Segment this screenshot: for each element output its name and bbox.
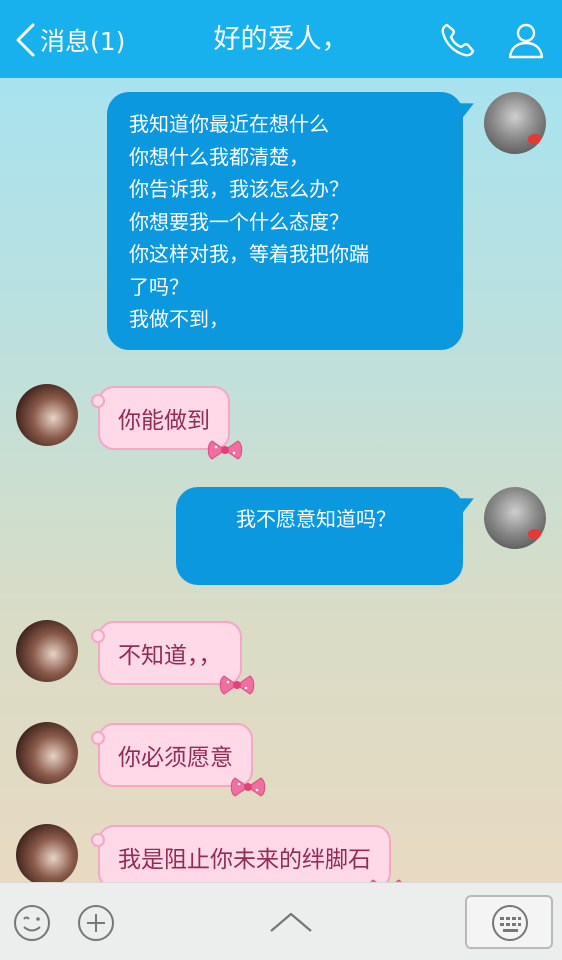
chat-header: 消息(1) 好的爱人， bbox=[0, 0, 562, 78]
incoming-message[interactable]: 我是阻止你未来的绊脚石 bbox=[91, 825, 402, 882]
avatar-contact[interactable] bbox=[16, 384, 78, 446]
message-line: 你告诉我，我该怎么办？ bbox=[129, 177, 349, 201]
keyboard-icon bbox=[492, 905, 528, 941]
outgoing-message[interactable]: 我不愿意知道吗？ bbox=[176, 487, 463, 585]
message-text: 你能做到 bbox=[118, 408, 210, 434]
message-line: 你想要我一个什么态度？ bbox=[129, 209, 349, 234]
back-label: 消息(1) bbox=[40, 27, 126, 56]
emoji-icon[interactable] bbox=[12, 903, 52, 943]
message-list[interactable]: 我知道你最近在想什么 你想什么我都清楚， 你告诉我，我该怎么办？ 你想要我一个什… bbox=[0, 78, 562, 882]
plus-icon[interactable] bbox=[76, 903, 116, 943]
keyboard-toggle-button[interactable] bbox=[465, 895, 553, 949]
input-toolbar bbox=[0, 882, 562, 960]
avatar-self[interactable] bbox=[484, 487, 546, 549]
outgoing-message[interactable]: 我知道你最近在想什么 你想什么我都清楚， 你告诉我，我该怎么办？ 你想要我一个什… bbox=[107, 92, 463, 350]
message-text: 我是阻止你未来的绊脚石 bbox=[118, 847, 371, 873]
message-line: 我知道你最近在想什么 bbox=[129, 112, 329, 136]
contact-icon[interactable] bbox=[506, 20, 546, 60]
message-line: 你想什么我都清楚， bbox=[129, 144, 309, 169]
phone-icon[interactable] bbox=[438, 20, 478, 60]
avatar-contact[interactable] bbox=[16, 722, 78, 784]
message-line: 了吗？ bbox=[129, 274, 189, 299]
back-button[interactable]: 消息(1) bbox=[14, 20, 125, 60]
avatar-contact[interactable] bbox=[16, 620, 78, 682]
message-line: 我做不到， bbox=[129, 307, 229, 331]
chevron-left-icon bbox=[16, 23, 35, 57]
message-text: 你必须愿意 bbox=[118, 745, 233, 771]
message-line: 你这样对我，等着我把你踹 bbox=[129, 242, 369, 266]
message-line: 我不愿意知道吗？ bbox=[236, 507, 396, 531]
incoming-message[interactable]: 不知道，， bbox=[91, 621, 254, 695]
incoming-message[interactable]: 你必须愿意 bbox=[91, 723, 266, 797]
bow-sticker-icon bbox=[229, 775, 267, 799]
chat-title: 好的爱人， bbox=[213, 24, 349, 55]
bow-sticker-icon bbox=[218, 673, 256, 697]
avatar-contact[interactable] bbox=[16, 824, 78, 882]
chevron-up-icon[interactable] bbox=[268, 909, 314, 935]
incoming-message[interactable]: 你能做到 bbox=[91, 386, 243, 460]
bow-sticker-icon bbox=[206, 438, 244, 462]
avatar-self[interactable] bbox=[484, 92, 546, 154]
message-text: 不知道，， bbox=[118, 643, 222, 669]
